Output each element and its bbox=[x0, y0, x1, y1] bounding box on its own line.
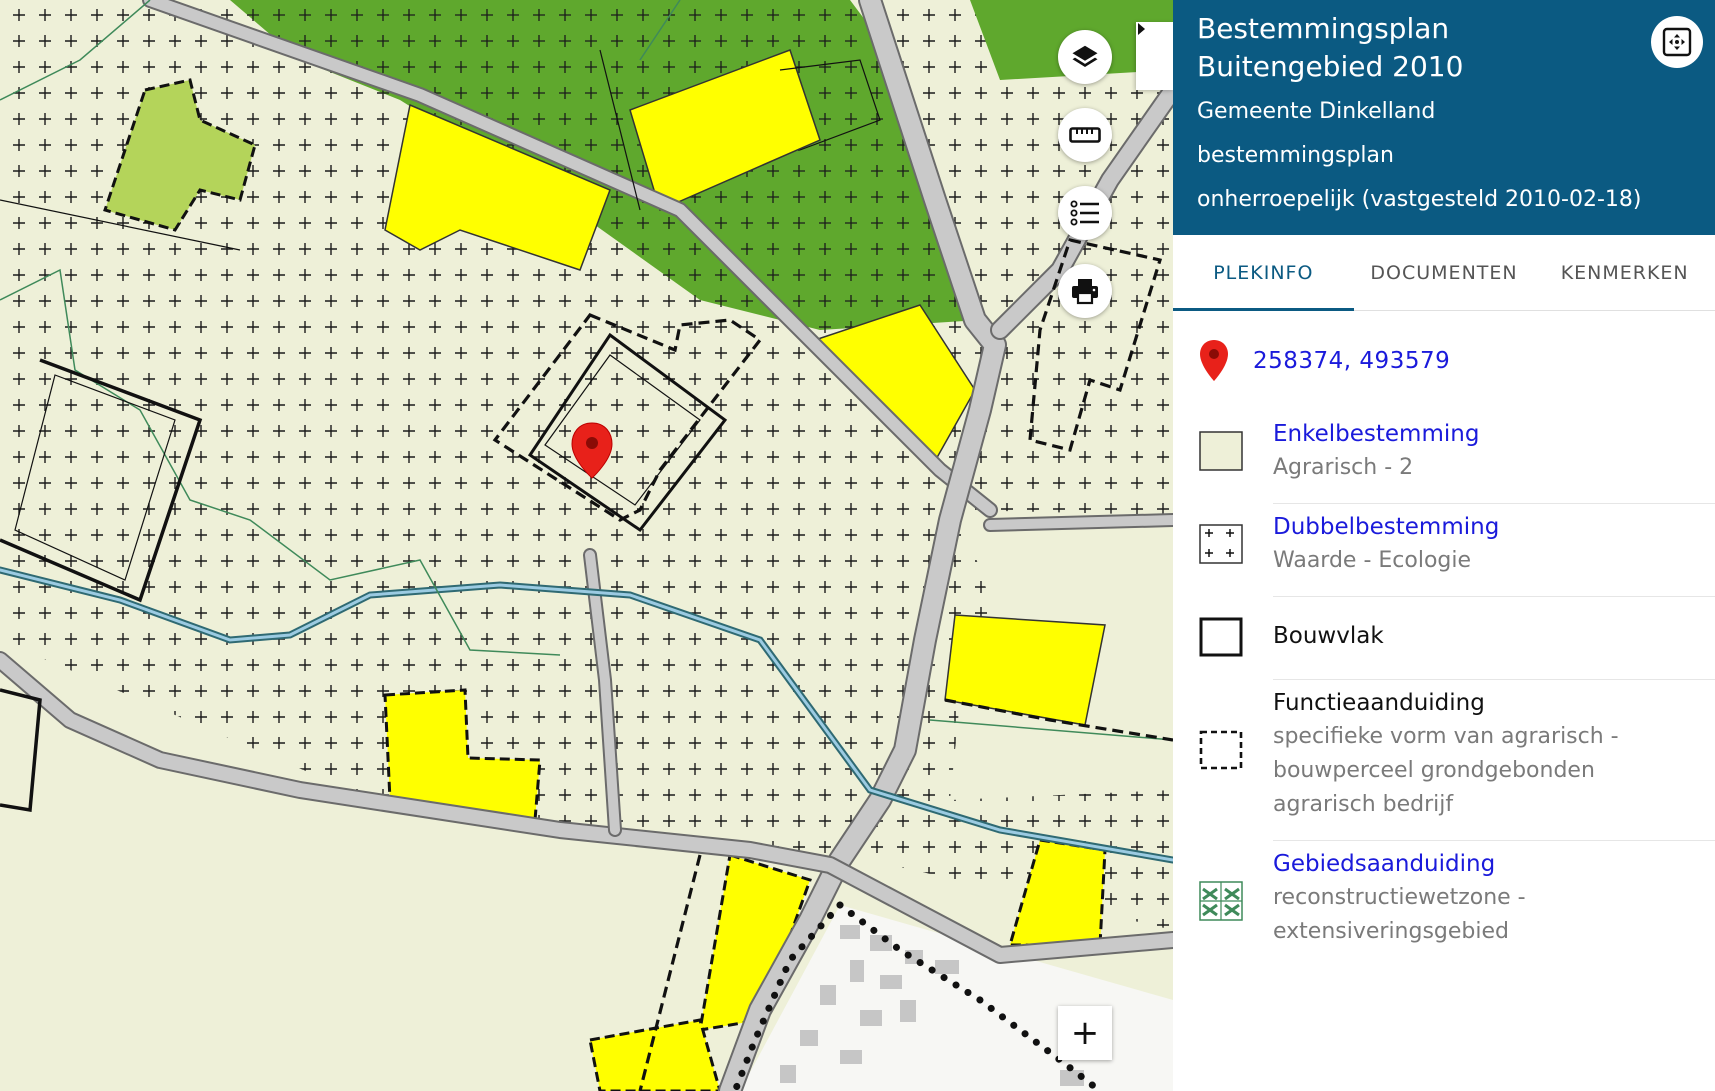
expand-arrows-icon bbox=[1662, 27, 1692, 57]
dubbelbestemming-swatch bbox=[1199, 524, 1243, 564]
legend-title-gebiedsaanduiding[interactable]: Gebiedsaanduiding bbox=[1273, 847, 1715, 881]
plan-type: bestemmingsplan bbox=[1197, 143, 1394, 168]
coordinates-row: 258374, 493579 bbox=[1173, 311, 1715, 411]
panel-header: Bestemmingsplan Buitengebied 2010 Gemeen… bbox=[1173, 0, 1715, 235]
legend-list-button[interactable] bbox=[1058, 186, 1112, 240]
legend-item-gebiedsaanduiding: Gebiedsaanduiding reconstructiewetzone -… bbox=[1173, 841, 1715, 967]
legend-desc-functieaanduiding: specifieke vorm van agrarisch - bouwperc… bbox=[1273, 724, 1619, 817]
bouwvlak-swatch bbox=[1199, 617, 1243, 657]
fullscreen-button[interactable] bbox=[1651, 16, 1703, 68]
plus-icon: + bbox=[1070, 1013, 1100, 1053]
legend-item-functieaanduiding: Functieaanduiding specifieke vorm van ag… bbox=[1173, 680, 1715, 841]
list-icon bbox=[1070, 200, 1099, 226]
ruler-icon bbox=[1069, 127, 1101, 143]
enkelbestemming-swatch bbox=[1199, 431, 1243, 471]
caret-right-icon bbox=[1138, 23, 1145, 35]
functieaanduiding-swatch bbox=[1199, 730, 1243, 770]
tab-kenmerken[interactable]: KENMERKEN bbox=[1534, 235, 1715, 310]
collapse-panel-button[interactable] bbox=[1136, 22, 1173, 90]
print-button[interactable] bbox=[1058, 264, 1112, 318]
legend-item-bouwvlak: Bouwvlak bbox=[1173, 597, 1715, 680]
legend-item-dubbelbestemming: Dubbelbestemming Waarde - Ecologie bbox=[1173, 504, 1715, 597]
tab-plekinfo[interactable]: PLEKINFO bbox=[1173, 235, 1354, 311]
map-canvas[interactable] bbox=[0, 0, 1173, 1091]
legend-title-enkelbestemming[interactable]: Enkelbestemming bbox=[1273, 417, 1715, 451]
measure-button[interactable] bbox=[1058, 108, 1112, 162]
legend-item-enkelbestemming: Enkelbestemming Agrarisch - 2 bbox=[1173, 411, 1715, 504]
layers-icon bbox=[1072, 45, 1098, 67]
info-panel: Bestemmingsplan Buitengebied 2010 Gemeen… bbox=[1173, 0, 1715, 1091]
municipality: Gemeente Dinkelland bbox=[1197, 99, 1436, 124]
legend-title-functieaanduiding: Functieaanduiding bbox=[1273, 690, 1485, 716]
plan-status: onherroepelijk (vastgesteld 2010-02-18) bbox=[1197, 187, 1642, 212]
tab-documenten[interactable]: DOCUMENTEN bbox=[1354, 235, 1535, 310]
map-view[interactable]: + bbox=[0, 0, 1173, 1091]
zoom-in-button[interactable]: + bbox=[1058, 1006, 1112, 1060]
legend-desc-gebiedsaanduiding: reconstructiewetzone - extensiveringsgeb… bbox=[1273, 885, 1526, 944]
plan-title: Bestemmingsplan Buitengebied 2010 bbox=[1197, 12, 1464, 83]
coordinates-link[interactable]: 258374, 493579 bbox=[1253, 348, 1450, 374]
panel-tabs: PLEKINFO DOCUMENTEN KENMERKEN bbox=[1173, 235, 1715, 311]
printer-icon bbox=[1072, 279, 1098, 305]
legend-title-bouwvlak: Bouwvlak bbox=[1273, 623, 1384, 649]
location-pin-icon bbox=[1200, 340, 1228, 381]
legend-title-dubbelbestemming[interactable]: Dubbelbestemming bbox=[1273, 510, 1715, 544]
gebiedsaanduiding-swatch bbox=[1199, 881, 1243, 921]
layers-button[interactable] bbox=[1058, 30, 1112, 84]
legend-desc-enkelbestemming: Agrarisch - 2 bbox=[1273, 455, 1414, 480]
legend-desc-dubbelbestemming: Waarde - Ecologie bbox=[1273, 548, 1472, 573]
